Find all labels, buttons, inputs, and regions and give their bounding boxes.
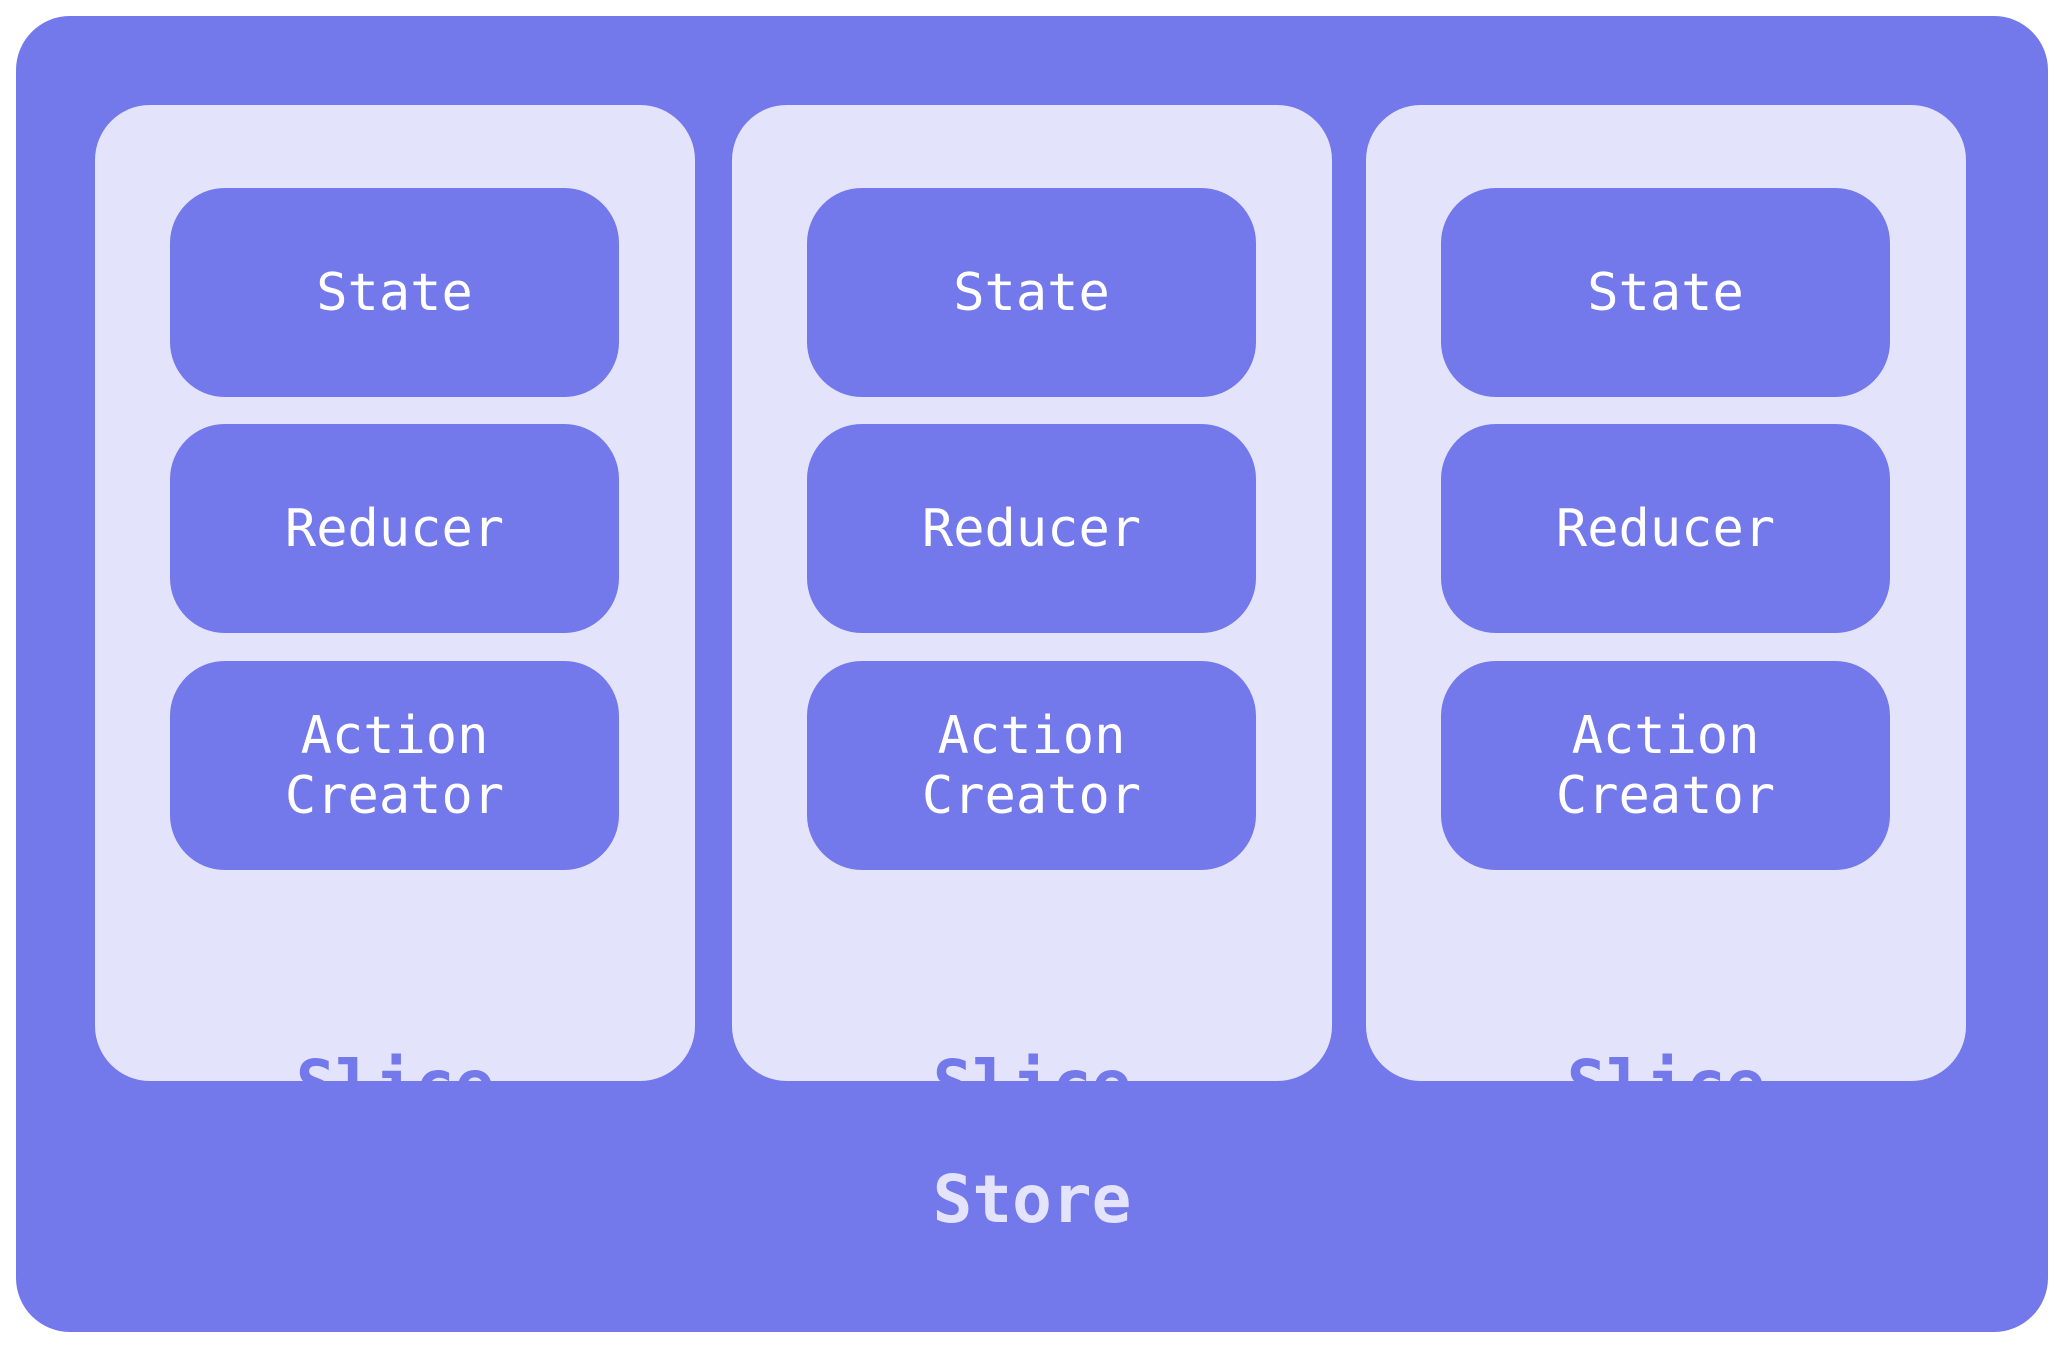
state-box: State xyxy=(1441,188,1890,397)
reducer-box: Reducer xyxy=(1441,424,1890,633)
reducer-box: Reducer xyxy=(170,424,619,633)
store-label: Store xyxy=(932,1161,1132,1238)
slice-2: State Reducer Action Creator Slice xyxy=(732,105,1332,1123)
slice-1: State Reducer Action Creator Slice xyxy=(95,105,695,1123)
slice-label: Slice xyxy=(932,1046,1132,1123)
reducer-box: Reducer xyxy=(807,424,1256,633)
slice-label: Slice xyxy=(1566,1046,1766,1123)
action-creator-box: Action Creator xyxy=(807,661,1256,870)
slice-label: Slice xyxy=(295,1046,495,1123)
state-box: State xyxy=(170,188,619,397)
slice-3: State Reducer Action Creator Slice xyxy=(1366,105,1966,1123)
action-creator-box: Action Creator xyxy=(170,661,619,870)
state-box: State xyxy=(807,188,1256,397)
action-creator-box: Action Creator xyxy=(1441,661,1890,870)
